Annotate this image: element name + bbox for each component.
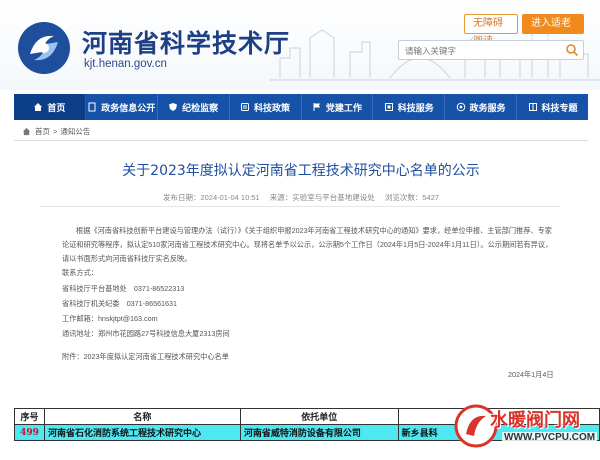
site-domain: kjt.henan.gov.cn: [84, 58, 167, 70]
article-source: 来源：实验室与平台基地建设处: [269, 193, 375, 202]
nav-item-topics[interactable]: 科技专题: [517, 94, 588, 120]
document-icon: [88, 102, 96, 112]
search-icon[interactable]: [565, 43, 579, 57]
breadcrumb-home-link[interactable]: 首页: [35, 126, 50, 137]
watermark-text: 水暖阀门网: [490, 410, 580, 431]
article-body: 根据《河南省科技创新平台建设与管理办法（试行）》《关于组织申报2023年河南省工…: [62, 224, 558, 266]
topic-icon: [528, 103, 537, 111]
divider: [40, 206, 560, 207]
nav-item-label: 科技政策: [254, 102, 291, 113]
breadcrumb-separator: >: [53, 127, 58, 136]
search-input[interactable]: [399, 42, 559, 60]
divider: [14, 140, 588, 141]
publish-time: 发布日期：2024-01-04 10:51: [162, 193, 260, 202]
shield-icon: [169, 103, 178, 111]
table-cell-index: 499: [14, 424, 45, 441]
nav-item-gov-service[interactable]: 政务服务: [445, 94, 518, 120]
nav-item-tech-service[interactable]: 科技服务: [373, 94, 446, 120]
article-title: 关于2023年度拟认定河南省工程技术研究中心名单的公示: [122, 163, 480, 179]
table-header-cell: 序号: [14, 408, 45, 425]
attachment-link[interactable]: 附件：2023年度拟认定河南省工程技术研究中心名单: [62, 352, 229, 362]
table-header-cell: 依托单位: [239, 408, 399, 425]
main-nav: 首页 政务信息公开 纪检监察 科技政策 党建工作 科技服务 政务服务 科技专题: [14, 94, 588, 120]
henan-logo-icon: [18, 22, 70, 74]
contact-discipline-office: 省科技厅机关纪委 0371-86561631: [62, 299, 178, 308]
policy-icon: [241, 103, 250, 111]
nav-item-discipline[interactable]: 纪检监察: [158, 94, 230, 120]
view-count: 浏览次数：5427: [384, 193, 440, 202]
contact-address: 通讯地址：郑州市花园路27号科技信息大厦2313房间: [62, 329, 230, 338]
table-header-cell: 名称: [43, 408, 241, 425]
nav-item-gov-info[interactable]: 政务信息公开: [86, 94, 158, 120]
site-title: 河南省科学技术厅: [82, 29, 291, 58]
flag-icon: [313, 103, 320, 111]
nav-item-label: 科技服务: [397, 102, 434, 113]
search-box: [398, 40, 584, 60]
nav-item-label: 纪检监察: [182, 102, 219, 113]
contact-heading: 联系方式：: [62, 268, 98, 277]
nav-item-policy[interactable]: 科技政策: [230, 94, 302, 120]
article-meta: 发布日期：2024-01-04 10:51 来源：实验室与平台基地建设处 浏览次…: [14, 192, 588, 203]
nav-item-home[interactable]: 首页: [14, 94, 86, 120]
home-icon: [34, 103, 43, 111]
service-icon: [384, 103, 393, 111]
contact-platform-office: 省科技厅平台基地处 0371-86522313: [62, 284, 185, 293]
breadcrumb-current-link[interactable]: 通知公告: [60, 126, 90, 137]
article-date: 2024年1月4日: [508, 370, 554, 379]
elder-mode-button[interactable]: 进入适老模式: [522, 14, 584, 47]
article-paragraph: 根据《河南省科技创新平台建设与管理办法（试行）》《关于组织申报2023年河南省工…: [62, 226, 553, 263]
table-cell-name: 河南省石化消防系统工程技术研究中心: [43, 424, 241, 441]
home-icon: [22, 127, 31, 136]
contact-email: 工作邮箱：hnskjtpt@163.com: [62, 314, 158, 323]
nav-item-label: 政务服务: [469, 102, 506, 113]
watermark: 水暖阀门网 WWW.PVCPU.COM: [450, 400, 600, 460]
table-cell-unit: 河南省威特消防设备有限公司: [239, 424, 399, 441]
nav-item-label: 科技专题: [541, 102, 578, 113]
nav-item-label: 党建工作: [325, 102, 362, 113]
watermark-url: WWW.PVCPU.COM: [502, 432, 598, 443]
barrier-free-button[interactable]: 无障碍阅读: [464, 14, 518, 47]
site-header: 河南省科学技术厅 kjt.henan.gov.cn 无障碍阅读 进入适老模式: [0, 0, 600, 90]
breadcrumb: 首页 > 通知公告: [22, 126, 90, 137]
nav-item-label: 首页: [47, 102, 66, 113]
gov-icon: [456, 102, 465, 112]
nav-item-label: 政务信息公开: [101, 102, 156, 113]
nav-item-party[interactable]: 党建工作: [302, 94, 374, 120]
